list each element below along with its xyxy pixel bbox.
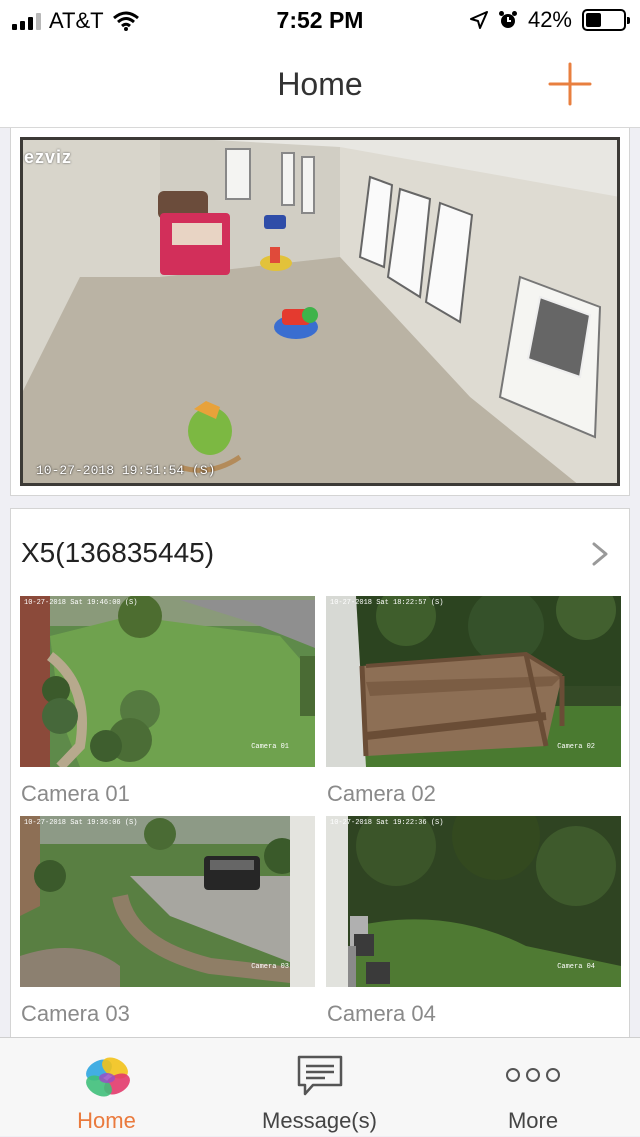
tab-bar: Home Message(s) More (0, 1037, 640, 1136)
camera-01-feed[interactable]: 10-27-2018 Sat 19:46:00 (S) Camera 01 (20, 596, 315, 767)
camera-04-label[interactable]: Camera 04 (327, 1001, 436, 1027)
battery-fill (586, 13, 602, 27)
camera-02-feed[interactable]: 10-27-2018 Sat 18:22:57 (S) Camera 02 (326, 596, 621, 767)
nav-bar: Home (0, 40, 640, 128)
message-icon (297, 1055, 342, 1096)
camera-03-feed[interactable]: 10-27-2018 Sat 19:36:06 (S) Camera 03 (20, 816, 315, 987)
camera-02-label[interactable]: Camera 02 (327, 781, 436, 807)
camera-01-image (20, 596, 315, 767)
brand-text: ezviz (24, 147, 73, 167)
location-icon (469, 11, 488, 29)
featured-camera-image (20, 137, 620, 486)
camera-03-label[interactable]: Camera 03 (21, 1001, 130, 1027)
status-right: 42% (469, 7, 630, 33)
tab-messages[interactable]: Message(s) (213, 1038, 426, 1137)
tab-home[interactable]: Home (0, 1038, 213, 1137)
plus-icon[interactable] (546, 60, 594, 108)
featured-camera-feed[interactable]: ezviz 10-27-2018 19:51:54 (S) (20, 137, 620, 486)
camera-04-feed[interactable]: 10-27-2018 Sat 19:22:36 (S) Camera 04 (326, 816, 621, 987)
camera-04-tag: Camera 04 (557, 963, 595, 971)
camera-02-image (326, 596, 621, 767)
tab-home-label: Home (77, 1108, 136, 1133)
tab-more[interactable]: More (426, 1038, 640, 1137)
device-group-card: X5(136835445) 10-27-2018 Sat 19:46:00 (S… (10, 508, 630, 1037)
alarm-icon (498, 11, 517, 28)
status-bar: AT&T 7:52 PM 42% (0, 0, 640, 40)
page-title: Home (277, 66, 363, 102)
camera-list[interactable]: ezviz 10-27-2018 19:51:54 (S) X5(1368354… (0, 128, 640, 1037)
camera-01-label[interactable]: Camera 01 (21, 781, 130, 807)
device-group-name[interactable]: X5(136835445) (21, 537, 214, 569)
tab-more-label: More (507, 1108, 559, 1133)
featured-camera-card[interactable]: ezviz 10-27-2018 19:51:54 (S) (10, 128, 630, 496)
camera-03-tag: Camera 03 (251, 963, 289, 971)
brand-watermark: ezviz (24, 147, 72, 168)
camera-01-tag: Camera 01 (251, 743, 289, 751)
tab-messages-label: Message(s) (262, 1108, 377, 1133)
feed-timestamp: 10-27-2018 19:51:54 (S) (36, 463, 216, 478)
battery-percent: 42% (527, 7, 572, 32)
camera-02-stamp: 10-27-2018 Sat 18:22:57 (S) (330, 599, 444, 607)
camera-02-tag: Camera 02 (557, 743, 595, 751)
camera-03-stamp: 10-27-2018 Sat 19:36:06 (S) (24, 819, 138, 827)
more-icon (506, 1068, 560, 1082)
camera-04-image (326, 816, 621, 987)
camera-04-stamp: 10-27-2018 Sat 19:22:36 (S) (330, 819, 444, 827)
camera-01-stamp: 10-27-2018 Sat 19:46:00 (S) (24, 599, 138, 607)
battery-icon (582, 9, 630, 31)
camera-03-image (20, 816, 315, 987)
chevron-right-icon[interactable] (591, 541, 609, 567)
ezviz-logo-icon (85, 1057, 130, 1097)
